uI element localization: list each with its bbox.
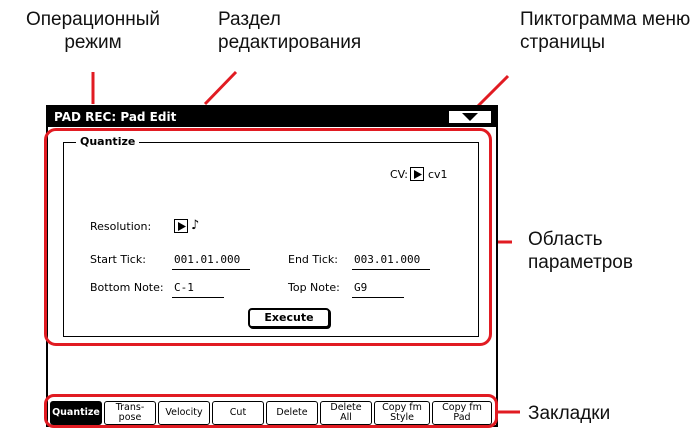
parameter-area-highlight <box>44 128 492 346</box>
tabs-area-highlight <box>44 394 498 428</box>
title-bar: PAD REC: Pad Edit <box>48 107 496 127</box>
page-title: PAD REC: Pad Edit <box>54 110 177 124</box>
page-menu-button[interactable] <box>448 110 492 124</box>
triangle-down-icon <box>462 113 478 121</box>
